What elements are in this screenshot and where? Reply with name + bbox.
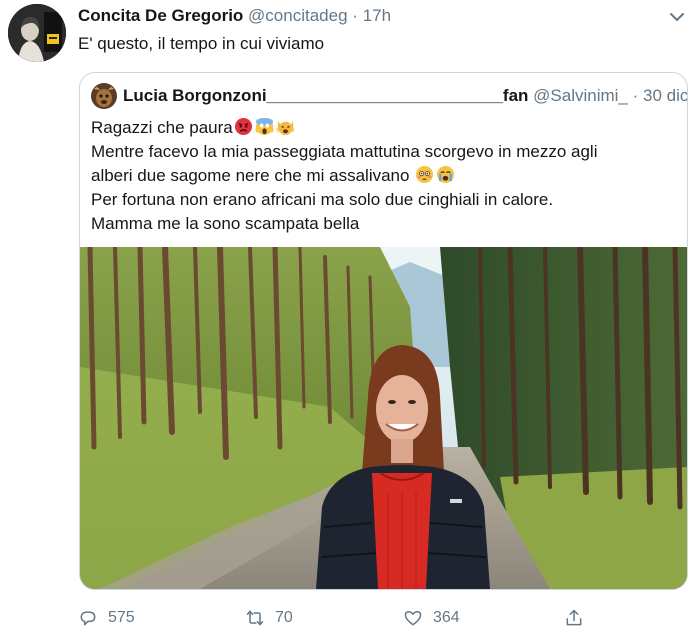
quoted-line: Mentre facevo la mia passeggiata mattuti… bbox=[91, 142, 598, 161]
chevron-down-icon[interactable] bbox=[668, 8, 686, 26]
author-avatar[interactable] bbox=[8, 4, 66, 62]
reply-icon bbox=[80, 611, 96, 626]
retweet-count: 70 bbox=[275, 609, 293, 626]
quoted-author-name[interactable]: Lucia Borgonzoni________________________… bbox=[123, 86, 528, 105]
like-count: 364 bbox=[433, 609, 460, 626]
quoted-line: alberi due sagome nere che mi assalivano bbox=[91, 164, 681, 188]
reply-button[interactable]: 575 bbox=[78, 604, 135, 632]
flushed-face-emoji bbox=[415, 165, 434, 184]
quoted-line: Ragazzi che paura bbox=[91, 116, 681, 140]
quoted-author-avatar[interactable] bbox=[91, 83, 117, 109]
tweet-text: E' questo, il tempo in cui viviamo bbox=[78, 34, 325, 53]
crying-face-emoji bbox=[436, 165, 455, 184]
avatar-image bbox=[8, 4, 66, 62]
quoted-line-text: alberi due sagome nere che mi assalivano bbox=[91, 166, 410, 185]
quoted-line-text: Ragazzi che paura bbox=[91, 118, 233, 137]
quoted-author-handle[interactable]: @Salvinimi_ bbox=[533, 86, 628, 105]
screaming-face-emoji bbox=[254, 117, 274, 136]
quoted-separator-dot: · bbox=[632, 86, 639, 105]
share-button[interactable] bbox=[564, 604, 594, 632]
quoted-line: Mamma me la sono scampata bella bbox=[91, 214, 360, 233]
timestamp[interactable]: 17h bbox=[363, 6, 391, 25]
author-handle[interactable]: @concitadeg bbox=[248, 6, 348, 25]
retweet-icon bbox=[246, 610, 264, 626]
separator-dot: · bbox=[352, 6, 358, 25]
quoted-header: Lucia Borgonzoni________________________… bbox=[123, 85, 687, 107]
quoted-timestamp[interactable]: 30 dic bbox=[643, 86, 687, 105]
quoted-text: Ragazzi che paura Mentre facevo la mia p… bbox=[91, 116, 681, 236]
tweet: Concita De Gregorio @concitadeg · 17h E'… bbox=[0, 0, 700, 641]
tweet-header: Concita De Gregorio @concitadeg · 17h bbox=[78, 5, 391, 27]
quoted-line: Per fortuna non erano africani ma solo d… bbox=[91, 190, 554, 209]
reply-count: 575 bbox=[108, 609, 135, 626]
tweet-actions: 575 70 364 bbox=[78, 604, 598, 632]
heart-icon bbox=[404, 611, 422, 626]
woman-in-forest-photo[interactable] bbox=[80, 244, 687, 589]
like-button[interactable]: 364 bbox=[403, 604, 460, 632]
share-icon bbox=[566, 609, 582, 626]
author-name[interactable]: Concita De Gregorio bbox=[78, 6, 243, 25]
angry-face-emoji bbox=[234, 117, 253, 136]
weary-cat-emoji bbox=[275, 117, 295, 136]
quoted-tweet[interactable]: Lucia Borgonzoni________________________… bbox=[79, 72, 688, 590]
retweet-button[interactable]: 70 bbox=[245, 604, 293, 632]
